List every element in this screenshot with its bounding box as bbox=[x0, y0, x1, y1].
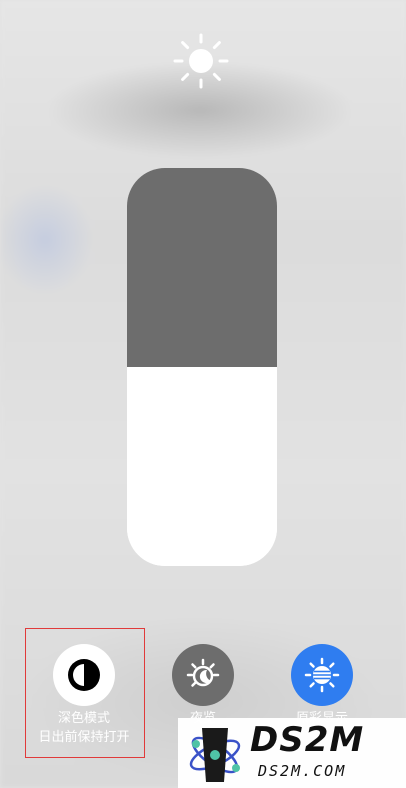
true-color-button[interactable] bbox=[291, 644, 353, 706]
night-shift-icon bbox=[186, 658, 220, 687]
brightness-slider[interactable] bbox=[127, 168, 277, 566]
night-shift-button[interactable] bbox=[172, 644, 234, 706]
highlight-box bbox=[25, 628, 145, 758]
sun-icon bbox=[172, 32, 230, 90]
brightness-slider-track bbox=[127, 168, 277, 367]
watermark-title: DS2M bbox=[250, 720, 365, 760]
brightness-slider-fill bbox=[127, 367, 277, 566]
watermark-subtitle: DS2M.COM bbox=[258, 762, 347, 780]
watermark: DS2M DS2M.COM bbox=[178, 718, 406, 788]
atom-logo-icon bbox=[189, 728, 241, 782]
true-color-icon bbox=[304, 657, 340, 693]
